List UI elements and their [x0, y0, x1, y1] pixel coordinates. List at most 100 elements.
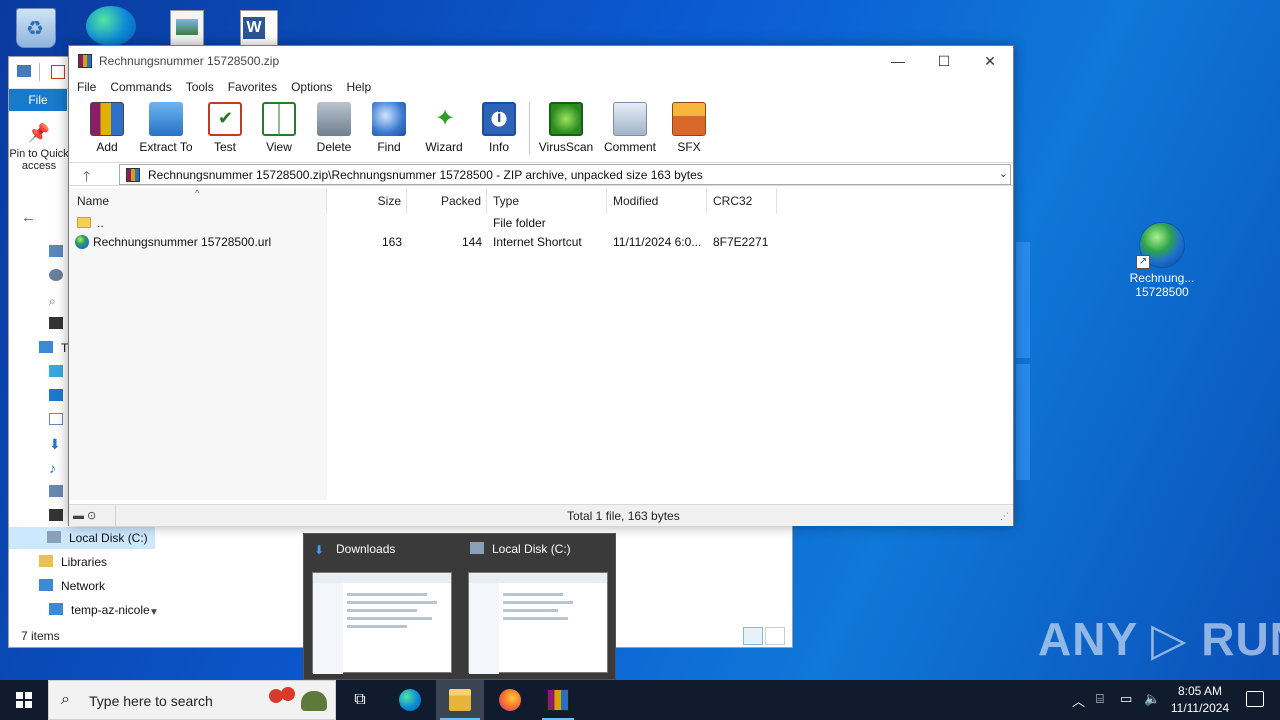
add-button[interactable]: Add: [80, 98, 134, 154]
up-folder-icon[interactable]: 🡑: [83, 166, 90, 190]
drive-icons[interactable]: ▬ ⊙: [73, 509, 113, 523]
column-header-size[interactable]: Size: [327, 188, 407, 214]
delete-button[interactable]: Delete: [307, 98, 361, 154]
menu-commands[interactable]: Commands: [103, 76, 178, 98]
computer-icon: [49, 603, 63, 615]
virusscan-button[interactable]: VirusScan: [535, 98, 597, 154]
thumbnail-title: Local Disk (C:): [470, 542, 571, 556]
cell-name-text: ..: [97, 216, 104, 230]
preview-toolbar: [469, 573, 607, 583]
notification-icon[interactable]: [1246, 691, 1264, 707]
edge-icon[interactable]: [86, 6, 136, 46]
sidebar-item-label: Local Disk (C:): [69, 531, 148, 545]
maximize-icon[interactable]: ☐: [921, 46, 967, 76]
flower-shape: [281, 687, 295, 701]
image-file-icon[interactable]: [170, 10, 204, 46]
toolbar-separator: [529, 102, 530, 154]
path-field[interactable]: Rechnungsnummer 15728500.zip\Rechnungsnu…: [119, 164, 1011, 185]
internet-shortcut-icon: ↗: [1136, 223, 1184, 269]
archive-icon: [126, 168, 140, 182]
sidebar-item-libraries[interactable]: Libraries: [39, 551, 107, 573]
winrar-taskbar-icon[interactable]: [534, 680, 582, 720]
window-title: Rechnungsnummer 15728500.zip: [99, 54, 280, 68]
word-document-icon[interactable]: [240, 10, 278, 46]
preview-line: [347, 617, 432, 620]
file-explorer-taskbar-icon[interactable]: [436, 680, 484, 720]
sidebar-item-computer[interactable]: temp-az-nicole: [49, 599, 150, 621]
tool-label: Delete: [316, 140, 352, 154]
network-tray-icon[interactable]: ▭: [1120, 691, 1132, 707]
column-header-crc32[interactable]: CRC32: [707, 188, 777, 214]
menu-file[interactable]: File: [70, 76, 103, 98]
tool-label: Extract To: [139, 140, 193, 154]
column-header-modified[interactable]: Modified: [607, 188, 707, 214]
pin-to-quick-access-button[interactable]: 📌 Pin to Quick access: [9, 117, 69, 187]
thumbnail-label: Local Disk (C:): [492, 542, 571, 556]
preview-line: [503, 617, 568, 620]
sidebar-item-this-pc[interactable]: T: [39, 337, 68, 359]
address-bar: 🡑 Rechnungsnummer 15728500.zip\Rechnungs…: [69, 162, 1013, 186]
preview-sidebar: [469, 583, 499, 674]
sidebar-item-network[interactable]: Network: [39, 575, 105, 597]
chevron-down-icon[interactable]: ⌄: [999, 167, 1008, 180]
thumbnail-downloads[interactable]: ⬇ Downloads: [304, 534, 460, 681]
sidebar-item-label: Libraries: [61, 555, 108, 569]
desktop-shortcut[interactable]: ↗ Rechnung... 15728500: [1124, 220, 1200, 299]
extract-to-button[interactable]: Extract To: [134, 98, 198, 154]
details-view-icon[interactable]: [743, 627, 763, 645]
sfx-button[interactable]: SFX: [662, 98, 716, 154]
preview-line: [503, 609, 558, 612]
extract-folder-icon: [149, 102, 183, 136]
status-bar: ▬ ⊙ Total 1 file, 163 bytes ⋰: [69, 504, 1013, 527]
cell-name-text: Rechnungsnummer 15728500.url: [93, 235, 272, 249]
cell-size: 163: [381, 235, 402, 249]
wizard-button[interactable]: Wizard: [417, 98, 471, 154]
libraries-icon: [39, 555, 53, 567]
thumbnail-title: ⬇ Downloads: [314, 542, 395, 557]
table-row-file[interactable]: Rechnungsnummer 15728500.url 163 144 Int…: [69, 233, 1013, 252]
chevron-up-icon[interactable]: ︿: [1072, 691, 1085, 710]
column-header-packed[interactable]: Packed: [407, 188, 487, 214]
find-button[interactable]: Find: [362, 98, 416, 154]
comment-button[interactable]: Comment: [599, 98, 661, 154]
thumbnail-local-disk[interactable]: Local Disk (C:): [460, 534, 616, 681]
sidebar-item-local-disk[interactable]: Local Disk (C:): [9, 527, 155, 549]
bug-scan-icon: [549, 102, 583, 136]
title-bar[interactable]: Rechnungsnummer 15728500.zip — ☐ ✕: [69, 46, 1013, 76]
folder-icon: [77, 217, 91, 228]
info-icon: [482, 102, 516, 136]
resize-grip-icon[interactable]: ⋰: [1000, 511, 1009, 522]
recycle-bin-icon[interactable]: [16, 8, 56, 48]
scroll-down-icon[interactable]: ▼: [149, 607, 159, 618]
taskbar-search-box[interactable]: ⌕ Type here to search: [48, 680, 336, 720]
view-button[interactable]: View: [252, 98, 306, 154]
volume-icon[interactable]: 🔈: [1144, 691, 1160, 707]
windows-start-icon[interactable]: [0, 680, 48, 720]
menu-options[interactable]: Options: [284, 76, 339, 98]
table-row-parent[interactable]: .. File folder: [69, 214, 1013, 233]
menu-tools[interactable]: Tools: [179, 76, 221, 98]
properties-icon[interactable]: [51, 65, 65, 79]
videos-icon: [49, 509, 63, 521]
clock[interactable]: 8:05 AM 11/11/2024: [1164, 683, 1236, 717]
minimize-icon[interactable]: —: [875, 46, 921, 76]
column-header-name[interactable]: Name ^: [69, 188, 327, 214]
tool-label: View: [266, 140, 292, 154]
window-preview: [468, 572, 608, 674]
back-arrow-icon[interactable]: ←: [21, 209, 36, 226]
clock-date: 11/11/2024: [1170, 701, 1230, 715]
task-view-icon[interactable]: ⧉: [336, 680, 384, 720]
firefox-taskbar-icon[interactable]: [486, 680, 534, 720]
close-icon[interactable]: ✕: [967, 46, 1013, 76]
column-header-type[interactable]: Type: [487, 188, 607, 214]
preview-line: [347, 609, 417, 612]
info-button[interactable]: Info: [472, 98, 526, 154]
menu-favorites[interactable]: Favorites: [221, 76, 284, 98]
test-button[interactable]: Test: [198, 98, 252, 154]
preview-toolbar: [313, 573, 451, 583]
explorer-file-tab[interactable]: File: [9, 89, 67, 111]
device-icon[interactable]: ⌸: [1096, 691, 1104, 707]
edge-taskbar-icon[interactable]: [386, 680, 434, 720]
menu-help[interactable]: Help: [339, 76, 378, 98]
large-icons-view-icon[interactable]: [765, 627, 785, 645]
